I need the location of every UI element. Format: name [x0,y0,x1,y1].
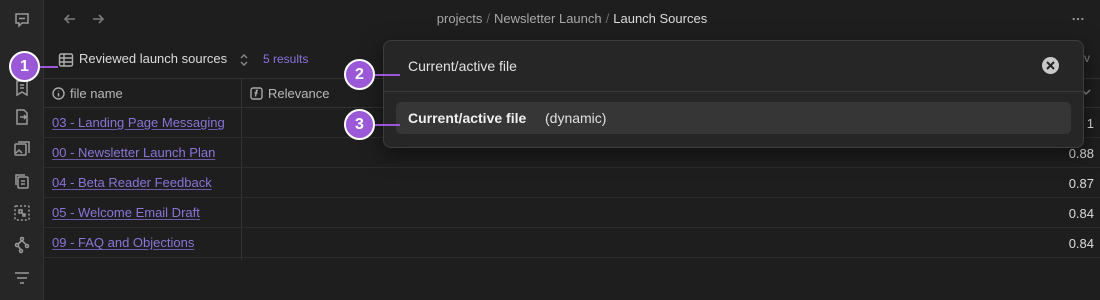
suggestion-item[interactable]: Current/active file (dynamic) [396,102,1071,134]
truncated-label: v [1084,51,1090,65]
filter-icon[interactable] [12,268,32,288]
file-link[interactable]: 05 - Welcome Email Draft [52,205,200,220]
callout-connector [40,66,58,68]
callout-badge: 2 [344,59,375,90]
relevance-value: 0.84 [1068,206,1094,221]
breadcrumb-current[interactable]: Launch Sources [613,11,707,26]
table-row: 09 - FAQ and Objections 0.84 [44,228,1100,258]
image-icon[interactable] [12,139,32,159]
popup-divider [384,91,1083,92]
table-icon [58,52,74,68]
breadcrumb: projects / Newsletter Launch / Launch Source… [44,11,1100,26]
results-count[interactable]: 5 results [263,52,308,66]
relevance-value: 0.84 [1068,236,1094,251]
file-link[interactable]: 00 - Newsletter Launch Plan [52,145,215,160]
suggestion-label: Current/active file [408,110,527,126]
breadcrumb-item[interactable]: Newsletter Launch [494,11,602,26]
table-row: 04 - Beta Reader Feedback 0.87 [44,168,1100,198]
breadcrumb-separator: / [605,11,610,26]
file-filter-popup: Current/active file Current/active file … [383,40,1084,148]
left-ribbon [0,0,44,300]
callout-badge: 1 [9,51,40,82]
graph-icon[interactable] [12,235,32,255]
relevance-value: 0.88 [1068,146,1094,161]
more-options-icon[interactable] [1070,11,1086,27]
column-header-label: Relevance [268,86,330,101]
info-icon [52,87,65,100]
relevance-value: 0.87 [1068,176,1094,191]
filter-input[interactable]: Current/active file [408,58,517,74]
table-row: 05 - Welcome Email Draft 0.84 [44,198,1100,228]
clear-icon[interactable] [1042,57,1059,74]
file-link[interactable]: 09 - FAQ and Objections [52,235,194,250]
title-bar: projects / Newsletter Launch / Launch Source… [44,0,1100,38]
column-header-label: file name [70,86,123,101]
file-link[interactable]: 04 - Beta Reader Feedback [52,175,212,190]
canvas-icon[interactable] [12,203,32,223]
copy-icon[interactable] [12,171,32,191]
file-link[interactable]: 03 - Landing Page Messaging [52,115,225,130]
breadcrumb-item[interactable]: projects [437,11,483,26]
column-header-file-name[interactable]: file name [52,79,238,108]
suggestion-hint: (dynamic) [545,110,607,126]
relevance-value: 1 [1086,116,1094,131]
breadcrumb-separator: / [486,11,490,26]
view-switch-icon[interactable] [238,52,250,68]
chat-icon[interactable] [12,10,32,30]
callout-connector [374,74,400,76]
file-export-icon[interactable] [12,107,32,127]
view-name[interactable]: Reviewed launch sources [79,51,227,66]
callout-connector [374,124,400,126]
callout-badge: 3 [344,109,375,140]
formula-icon [250,87,263,100]
